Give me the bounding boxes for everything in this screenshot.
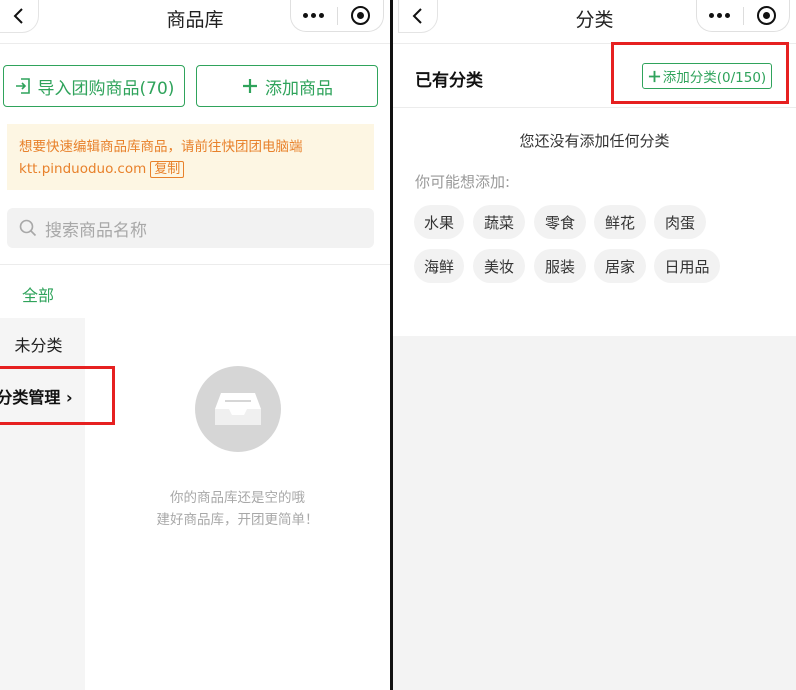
no-categories-text: 您还没有添加任何分类 bbox=[519, 132, 670, 150]
desktop-notice: 想要快速编辑商品库商品，请前往快团团电脑端 ktt.pinduoduo.com 复… bbox=[7, 124, 374, 190]
notice-url: ktt.pinduoduo.com bbox=[19, 161, 147, 177]
category-all[interactable]: 全部 bbox=[22, 282, 54, 306]
suggestion-chip[interactable]: 海鲜 bbox=[414, 249, 464, 283]
nav-bar: 分类 bbox=[393, 0, 796, 44]
mini-program-capsule bbox=[290, 0, 384, 32]
search-input[interactable]: 搜索商品名称 bbox=[7, 208, 374, 248]
close-target-button[interactable] bbox=[337, 6, 383, 25]
action-buttons: 导入团购商品(70) 添加商品 bbox=[3, 65, 378, 107]
empty-background-area bbox=[393, 336, 796, 690]
suggestion-chip[interactable]: 服装 bbox=[534, 249, 586, 283]
category-screen: 分类 已有分类 添加分类(0/150) 您还没有添加任何分类 你可能想添加: 水… bbox=[393, 0, 796, 690]
section-divider bbox=[0, 264, 390, 265]
notice-line-1: 想要快速编辑商品库商品，请前往快团团电脑端 bbox=[19, 139, 303, 155]
target-icon bbox=[756, 6, 776, 25]
product-library-screen: 商品库 导入团购商品(70) 添加商品 想要快速编辑商品库商品，请前往快团团电脑… bbox=[0, 0, 390, 690]
suggestion-chip[interactable]: 日用品 bbox=[654, 249, 720, 283]
suggestion-chip[interactable]: 蔬菜 bbox=[473, 205, 525, 239]
notice-line-2: ktt.pinduoduo.com 复制 bbox=[19, 158, 362, 180]
more-icon[interactable] bbox=[697, 13, 743, 18]
highlight-box-add-category bbox=[611, 42, 789, 104]
copy-button[interactable]: 复制 bbox=[150, 161, 185, 178]
add-product-button[interactable]: 添加商品 bbox=[196, 65, 378, 107]
suggestion-chip[interactable]: 水果 bbox=[414, 205, 464, 239]
nav-bar: 商品库 bbox=[0, 0, 390, 44]
import-icon bbox=[15, 78, 30, 94]
highlight-box-manage bbox=[0, 366, 115, 425]
search-placeholder: 搜索商品名称 bbox=[45, 220, 147, 241]
empty-inbox-illustration bbox=[195, 366, 281, 452]
suggestion-chip[interactable]: 美妆 bbox=[473, 249, 525, 283]
suggestion-chip[interactable]: 居家 bbox=[594, 249, 646, 283]
more-icon[interactable] bbox=[291, 13, 337, 18]
category-uncategorized[interactable]: 未分类 bbox=[0, 332, 81, 356]
empty-text-line-1: 你的商品库还是空的哦 bbox=[170, 490, 305, 506]
suggestion-hint: 你可能想添加: bbox=[415, 173, 511, 191]
search-icon bbox=[19, 219, 37, 237]
import-button-label: 导入团购商品(70) bbox=[37, 78, 175, 99]
target-icon bbox=[350, 6, 370, 25]
existing-categories-title: 已有分类 bbox=[415, 71, 483, 91]
suggestion-chip[interactable]: 零食 bbox=[534, 205, 586, 239]
empty-text-line-2: 建好商品库，开团更简单！ bbox=[156, 512, 319, 528]
suggestion-chip[interactable]: 肉蛋 bbox=[654, 205, 706, 239]
inbox-icon bbox=[215, 393, 261, 425]
mini-program-capsule bbox=[696, 0, 790, 32]
plus-icon bbox=[243, 79, 257, 93]
add-product-label: 添加商品 bbox=[265, 78, 333, 99]
import-group-products-button[interactable]: 导入团购商品(70) bbox=[3, 65, 185, 107]
suggestion-chip[interactable]: 鲜花 bbox=[594, 205, 646, 239]
close-target-button[interactable] bbox=[743, 6, 789, 25]
screenshot-root: 商品库 导入团购商品(70) 添加商品 想要快速编辑商品库商品，请前往快团团电脑… bbox=[0, 0, 796, 690]
